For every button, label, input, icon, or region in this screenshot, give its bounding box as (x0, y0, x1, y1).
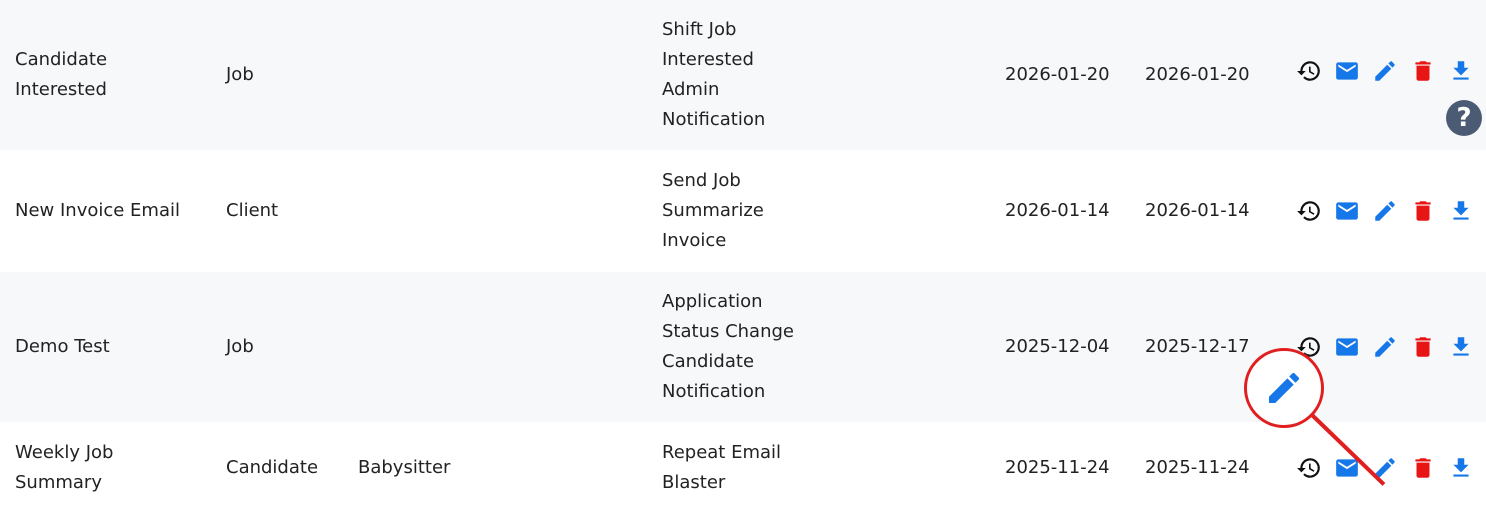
edit-button[interactable] (1366, 453, 1404, 483)
email-templates-table: Candidate Interested Job Shift Job Inter… (0, 0, 1486, 508)
delete-icon (1410, 58, 1436, 84)
row-type: Job (226, 64, 254, 85)
row-created-date: 2025-11-24 (1005, 457, 1110, 478)
send-email-button[interactable] (1328, 196, 1366, 226)
row-updated-date: 2026-01-20 (1145, 64, 1250, 85)
history-button[interactable] (1290, 56, 1328, 86)
edit-icon (1269, 372, 1300, 403)
question-icon: ? (1456, 103, 1472, 133)
send-email-button[interactable] (1328, 332, 1366, 362)
row-name: Candidate Interested (15, 49, 108, 100)
row-updated-date: 2025-11-24 (1145, 457, 1250, 478)
edit-button[interactable] (1366, 56, 1404, 86)
download-icon (1448, 334, 1474, 360)
download-icon (1448, 58, 1474, 84)
row-trigger: Repeat Email Blaster (662, 442, 782, 493)
delete-button[interactable] (1404, 332, 1442, 362)
row-actions (1290, 150, 1480, 272)
edit-button[interactable] (1366, 332, 1404, 362)
row-updated-date: 2026-01-14 (1145, 200, 1250, 221)
row-category: Babysitter (358, 457, 451, 478)
download-button[interactable] (1442, 56, 1480, 86)
row-name: Demo Test (15, 336, 110, 357)
table-row: Candidate Interested Job Shift Job Inter… (0, 0, 1486, 150)
row-type: Candidate (226, 457, 319, 478)
history-icon (1296, 58, 1322, 84)
download-button[interactable] (1442, 196, 1480, 226)
delete-button[interactable] (1404, 453, 1442, 483)
row-name: New Invoice Email (15, 200, 180, 221)
edit-icon (1372, 334, 1398, 360)
download-icon (1448, 198, 1474, 224)
row-created-date: 2026-01-14 (1005, 200, 1110, 221)
row-created-date: 2026-01-20 (1005, 64, 1110, 85)
table-row: New Invoice Email Client Send Job Summar… (0, 150, 1486, 272)
row-trigger: Shift Job Interested Admin Notification (662, 19, 766, 130)
history-icon (1296, 198, 1322, 224)
send-email-button[interactable] (1328, 56, 1366, 86)
row-created-date: 2025-12-04 (1005, 336, 1110, 357)
send-email-button[interactable] (1328, 453, 1366, 483)
delete-icon (1410, 455, 1436, 481)
table-row: Weekly Job Summary Candidate Babysitter … (0, 422, 1486, 508)
row-trigger: Send Job Summarize Invoice (662, 170, 764, 251)
row-actions (1290, 422, 1480, 508)
email-icon (1334, 198, 1360, 224)
history-button[interactable] (1290, 453, 1328, 483)
annotation-zoom-circle (1244, 348, 1324, 428)
download-button[interactable] (1442, 453, 1480, 483)
download-icon (1448, 455, 1474, 481)
download-button[interactable] (1442, 332, 1480, 362)
delete-icon (1410, 198, 1436, 224)
delete-button[interactable] (1404, 196, 1442, 226)
delete-button[interactable] (1404, 56, 1442, 86)
row-name: Weekly Job Summary (15, 442, 114, 493)
edit-icon (1372, 58, 1398, 84)
row-type: Job (226, 336, 254, 357)
history-icon (1296, 455, 1322, 481)
email-icon (1334, 58, 1360, 84)
row-trigger: Application Status Change Candidate Noti… (662, 291, 794, 402)
history-button[interactable] (1290, 196, 1328, 226)
email-icon (1334, 334, 1360, 360)
delete-icon (1410, 334, 1436, 360)
help-button[interactable]: ? (1446, 100, 1482, 136)
row-updated-date: 2025-12-17 (1145, 336, 1250, 357)
row-type: Client (226, 200, 279, 221)
edit-icon (1372, 198, 1398, 224)
edit-button[interactable] (1366, 196, 1404, 226)
